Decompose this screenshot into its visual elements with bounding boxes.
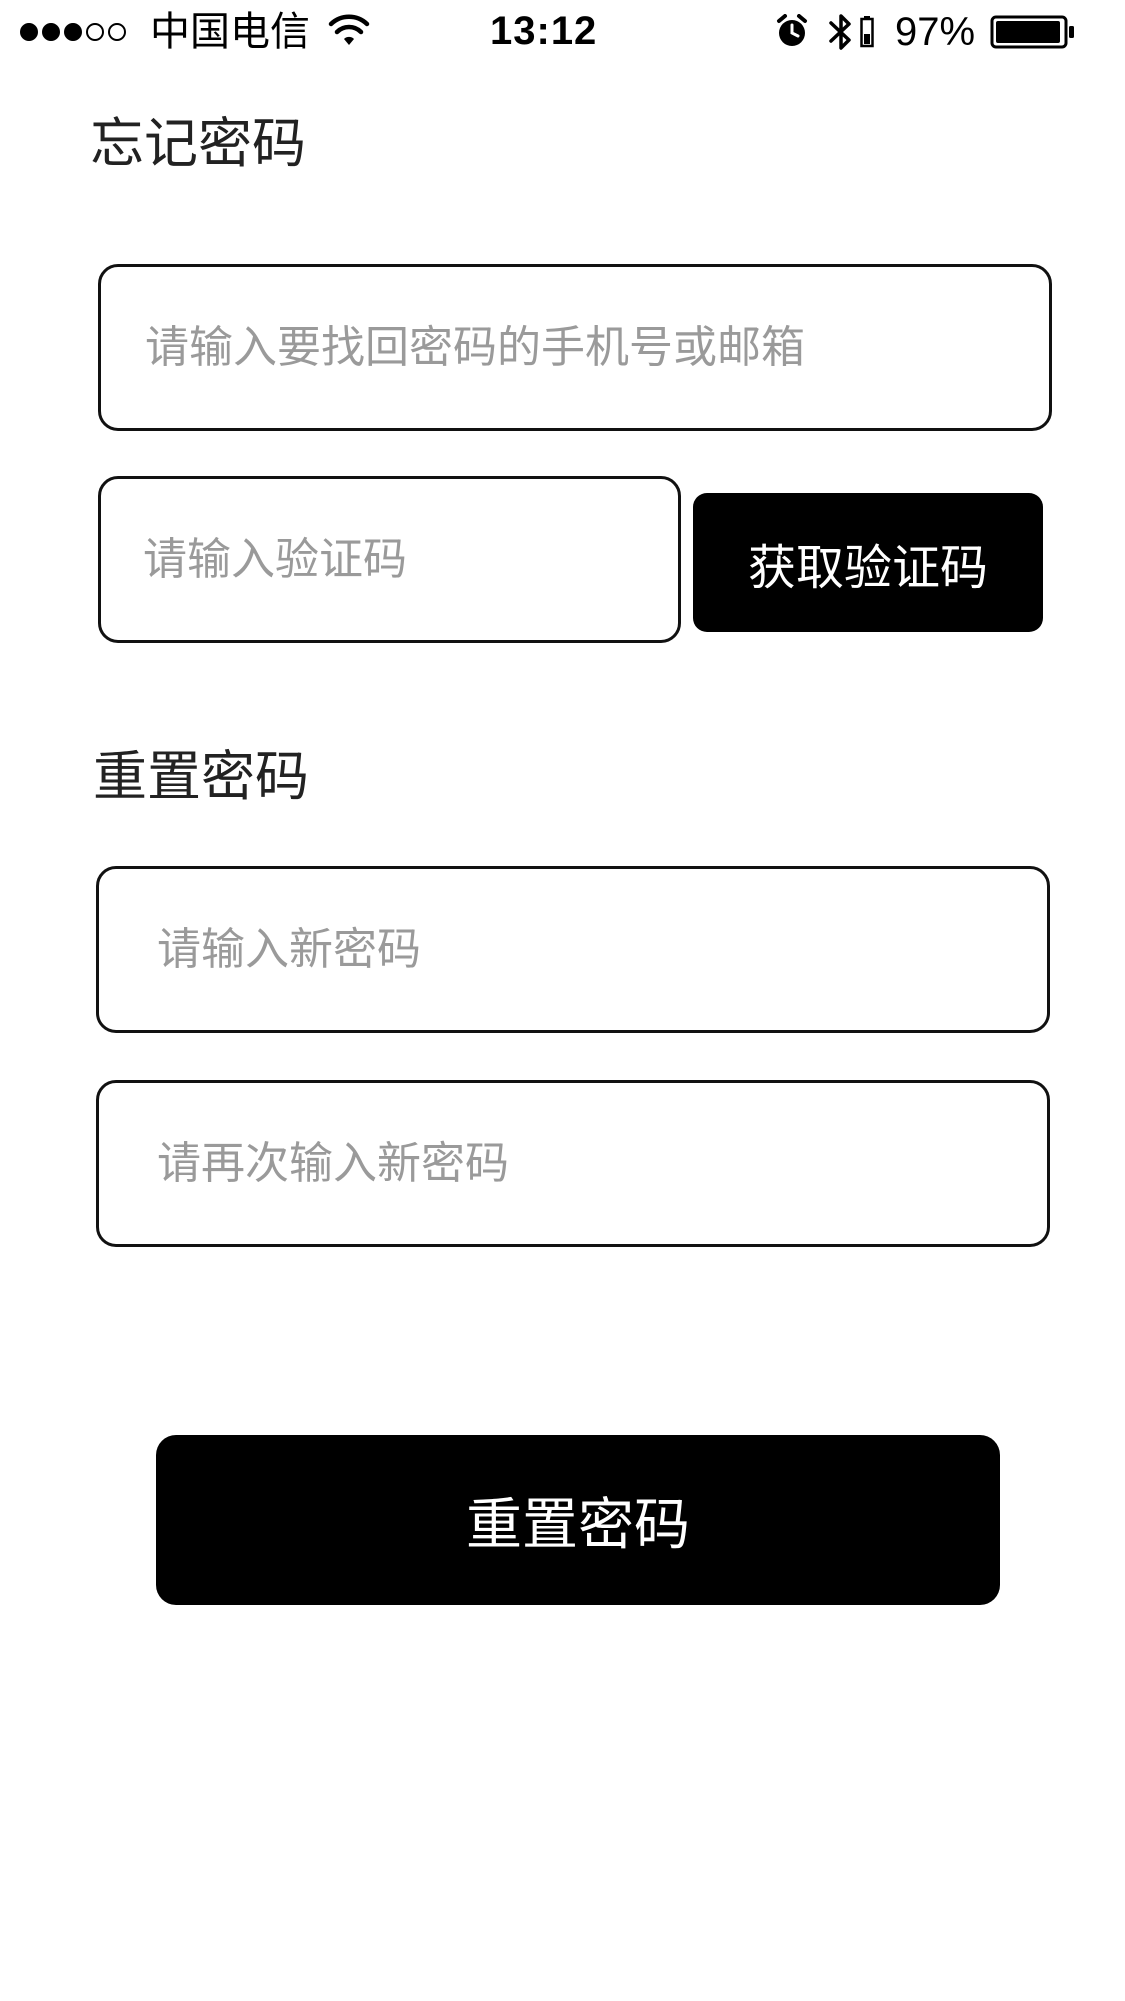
- signal-dot: [42, 23, 60, 41]
- signal-strength-icon: [20, 18, 126, 46]
- battery-percentage: 97%: [895, 10, 976, 54]
- account-input[interactable]: [101, 267, 1049, 428]
- reset-password-button[interactable]: 重置密码: [156, 1435, 1000, 1605]
- wifi-icon: [328, 14, 370, 45]
- battery-icon: [990, 15, 1074, 49]
- battery-small-icon: [860, 16, 874, 48]
- signal-dot: [64, 23, 82, 41]
- signal-dot: [86, 23, 104, 41]
- status-bar: 中国电信 13:12 97%: [0, 0, 1125, 64]
- carrier-name: 中国电信: [150, 10, 310, 54]
- get-code-button[interactable]: 获取验证码: [693, 493, 1043, 632]
- repeat-password-input[interactable]: [99, 1083, 1047, 1244]
- verification-code-field[interactable]: [98, 476, 681, 643]
- clock-time: 13:12: [490, 9, 598, 53]
- signal-dot: [108, 23, 126, 41]
- new-password-field[interactable]: [96, 866, 1050, 1033]
- battery-level-fill: [996, 21, 1060, 43]
- new-password-input[interactable]: [99, 869, 1047, 1030]
- signal-dot: [20, 23, 38, 41]
- bluetooth-icon: [829, 14, 851, 50]
- reset-password-title: 重置密码: [93, 745, 309, 808]
- alarm-icon: [777, 14, 807, 46]
- forgot-password-title: 忘记密码: [90, 112, 306, 175]
- repeat-password-field[interactable]: [96, 1080, 1050, 1247]
- account-field[interactable]: [98, 264, 1052, 431]
- verification-code-input[interactable]: [101, 479, 678, 640]
